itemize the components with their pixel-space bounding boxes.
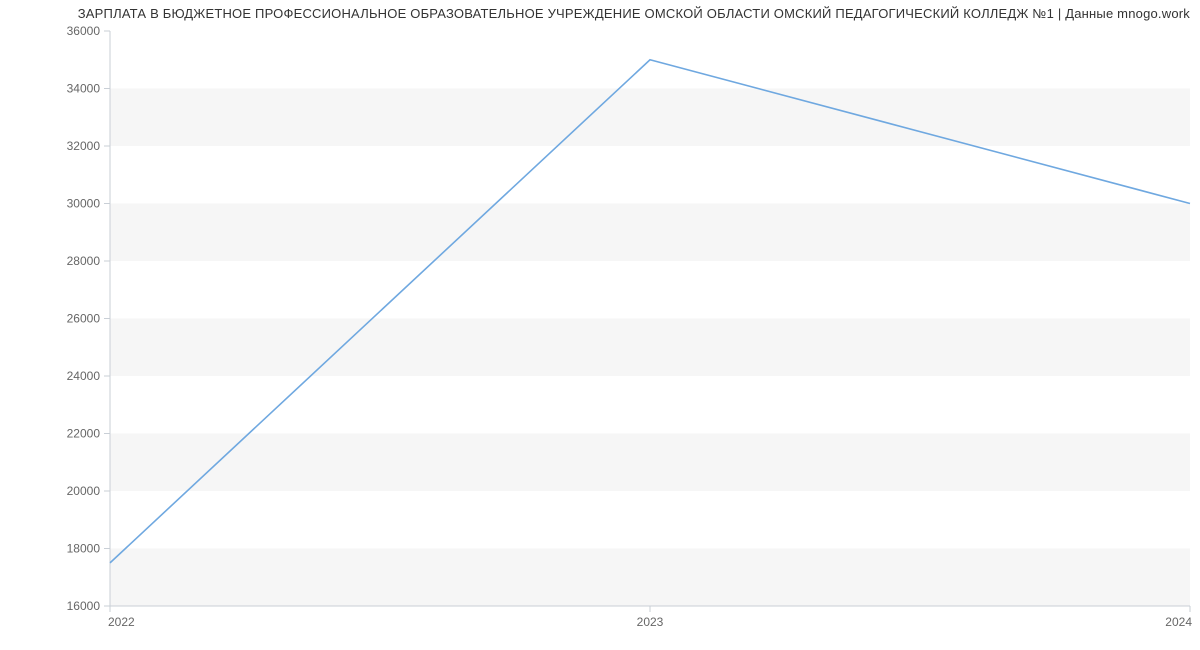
svg-text:24000: 24000 (67, 369, 101, 383)
svg-text:34000: 34000 (67, 82, 101, 96)
svg-text:32000: 32000 (67, 139, 101, 153)
svg-text:26000: 26000 (67, 312, 101, 326)
svg-text:28000: 28000 (67, 254, 101, 268)
svg-text:20000: 20000 (67, 484, 101, 498)
svg-text:16000: 16000 (67, 599, 101, 613)
svg-text:2023: 2023 (637, 615, 664, 629)
svg-text:30000: 30000 (67, 197, 101, 211)
svg-text:22000: 22000 (67, 427, 101, 441)
chart-area: 16000 18000 20000 22000 24000 26000 28000 30000… (0, 21, 1200, 641)
chart-title: ЗАРПЛАТА В БЮДЖЕТНОЕ ПРОФЕССИОНАЛЬНОЕ ОБ… (0, 0, 1200, 21)
chart-svg: 16000 18000 20000 22000 24000 26000 28000 30000… (0, 21, 1200, 641)
svg-text:18000: 18000 (67, 542, 101, 556)
svg-text:2024: 2024 (1165, 615, 1192, 629)
svg-text:2022: 2022 (108, 615, 135, 629)
svg-text:36000: 36000 (67, 24, 101, 38)
